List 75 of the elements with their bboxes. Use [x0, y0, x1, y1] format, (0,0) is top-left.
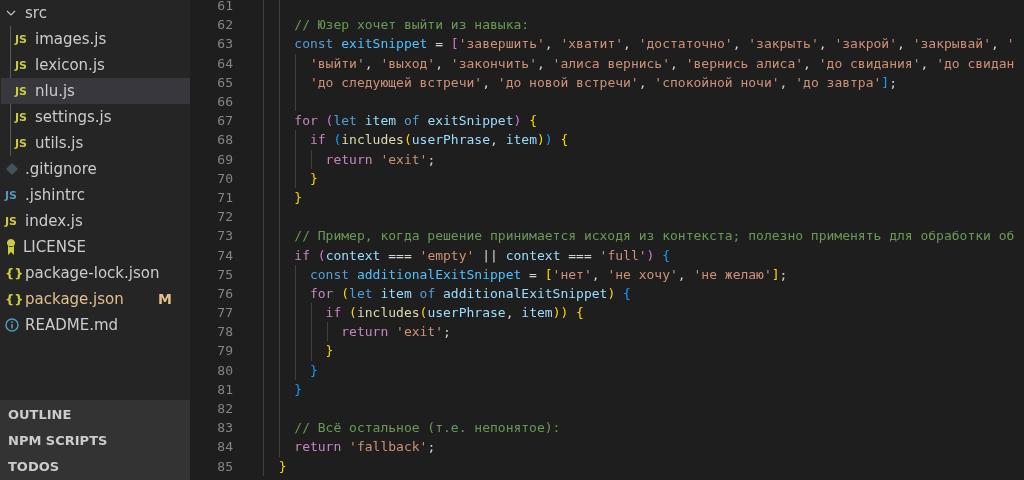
info-icon: [5, 318, 19, 332]
line-number: 64: [216, 55, 233, 71]
panel-header[interactable]: OUTLINE: [0, 402, 190, 428]
diamond-icon: [5, 162, 19, 176]
file-item[interactable]: .gitignore: [0, 156, 190, 182]
panel-header[interactable]: NPM SCRIPTS: [0, 428, 190, 454]
panel-header[interactable]: TODOS: [0, 454, 190, 480]
code-line: }: [308, 362, 318, 378]
line-number: 85: [216, 458, 233, 474]
file-item[interactable]: JS utils.js: [1, 130, 190, 156]
line-number: 67: [216, 113, 233, 129]
line-number: 84: [216, 439, 233, 455]
code-line: }: [324, 343, 334, 359]
line-number: 71: [216, 189, 233, 205]
code-line: if (includes(userPhrase, item)) {: [324, 305, 584, 321]
code-line: for (let item of additionalExitSnippet) {: [308, 285, 631, 301]
line-number: 65: [216, 74, 233, 90]
file-item[interactable]: JS settings.js: [1, 104, 190, 130]
file-item[interactable]: JS .jshintrc: [0, 182, 190, 208]
code-line: const additionalExitSnippet = ['нет', 'не хочу', 'не желаю'];: [308, 266, 788, 282]
line-number: 82: [216, 401, 233, 417]
line-number: 70: [216, 170, 233, 186]
line-number: 63: [216, 36, 233, 52]
code-line: return 'exit';: [324, 151, 436, 167]
line-number: 83: [216, 420, 233, 436]
modified-status-label: M: [158, 291, 172, 307]
line-number: 74: [216, 247, 233, 263]
code-line: 'выйти', 'выход', 'закончить', 'алиса вернись', 'вернись алиса', 'до свидания', 'до свидан: [308, 55, 1015, 71]
js-file-icon: JS: [15, 136, 35, 150]
js-file-icon: JS: [15, 32, 35, 46]
code-line: return 'exit';: [340, 324, 451, 340]
file-item[interactable]: JS index.js: [0, 208, 190, 234]
js-file-icon: JS: [15, 84, 35, 98]
code-line: // Пример, когда решение принимается исходя из контекста; полезно применять для обработки об: [293, 228, 1015, 244]
line-number: 79: [216, 343, 233, 359]
braces-icon: {}: [5, 291, 25, 307]
js-file-icon: JS: [5, 214, 25, 228]
line-number: 76: [216, 285, 233, 301]
file-item[interactable]: LICENSE: [0, 234, 190, 260]
line-number: 81: [216, 381, 233, 397]
ribbon-icon: [5, 239, 17, 255]
file-item[interactable]: JS nlu.js: [1, 78, 190, 104]
line-number: 75: [216, 266, 233, 282]
file-item[interactable]: README.md: [0, 312, 190, 338]
code-line: return 'fallback';: [293, 439, 436, 455]
file-item[interactable]: {}package.json M: [0, 286, 190, 312]
folder-name[interactable]: src: [25, 4, 47, 22]
code-line: // Юзер хочет выйти из навыка:: [293, 17, 530, 33]
js-file-icon: JS: [5, 188, 25, 202]
file-item[interactable]: JS lexicon.js: [1, 52, 190, 78]
code-line: }: [277, 458, 287, 474]
line-number: 77: [216, 305, 233, 321]
code-line: 'до следующей встречи', 'до новой встречи', 'спокойной ночи', 'до завтра'];: [308, 74, 897, 90]
file-item[interactable]: JS images.js: [1, 26, 190, 52]
code-line: }: [293, 189, 303, 205]
code-line: }: [308, 170, 318, 186]
line-number: 69: [216, 151, 233, 167]
js-file-icon: JS: [15, 58, 35, 72]
code-line: if (context === 'empty' || context === 'full') {: [293, 247, 671, 263]
line-number: 80: [216, 362, 233, 378]
code-line: }: [293, 381, 303, 397]
line-number: 72: [216, 209, 233, 225]
braces-icon: {}: [5, 265, 25, 281]
line-number: 61: [216, 0, 233, 14]
code-line: const exitSnippet = ['завершить', 'хватит', 'достаточно', 'закрыть', 'закрой', 'закрывай', ': [293, 36, 1015, 52]
line-number: 66: [216, 94, 233, 110]
code-line: if (includes(userPhrase, item)) {: [308, 132, 569, 148]
line-number: 78: [216, 324, 233, 340]
code-line: for (let item of exitSnippet) {: [293, 113, 537, 129]
line-number: 68: [216, 132, 233, 148]
line-number: 62: [216, 17, 233, 33]
file-item[interactable]: {}package-lock.json: [0, 260, 190, 286]
js-file-icon: JS: [15, 110, 35, 124]
code-line: // Всё остальное (т.е. непонятое):: [293, 420, 561, 436]
line-number: 73: [216, 228, 233, 244]
